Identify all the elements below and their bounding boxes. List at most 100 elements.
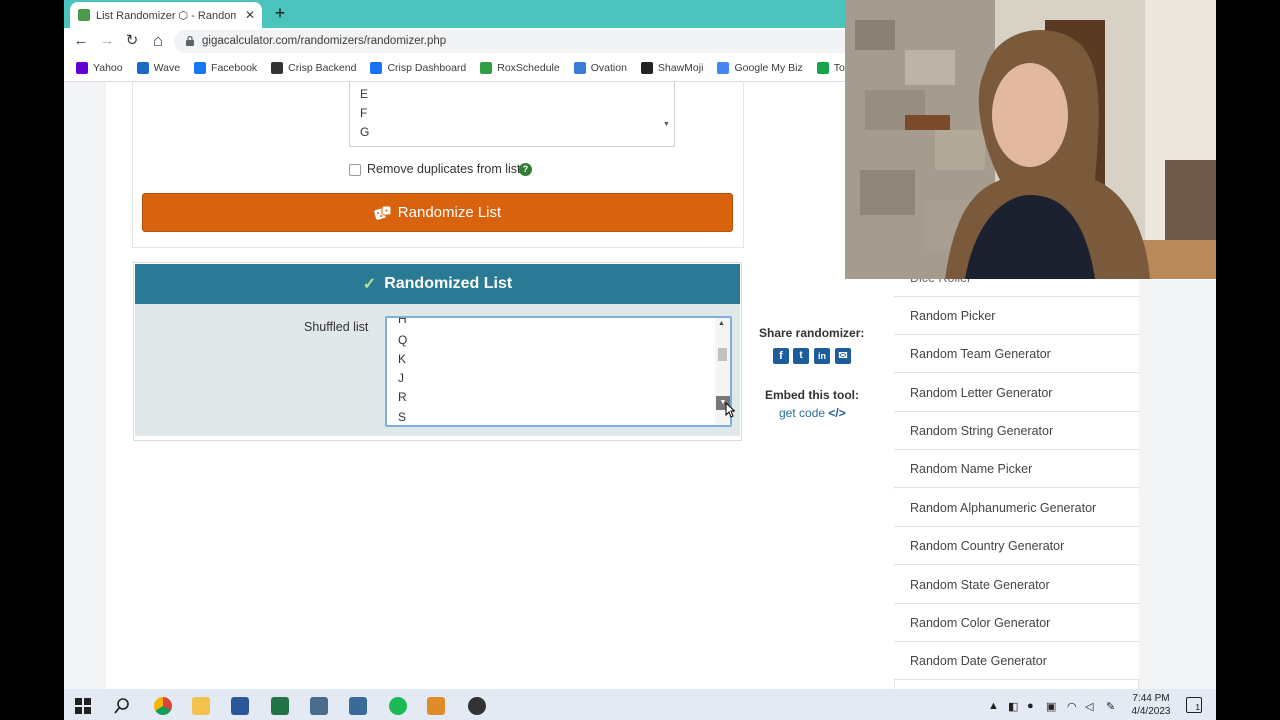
page-left-gutter	[64, 82, 106, 689]
clock-time: 7:44 PM	[1132, 693, 1170, 704]
scrollbar-thumb[interactable]	[718, 348, 727, 361]
sidebar-item-random-state-generator[interactable]: Random State Generator	[894, 566, 1139, 604]
media-player-icon[interactable]	[427, 697, 445, 715]
list-line: Q	[398, 333, 408, 347]
bookmark-label: ShawMoji	[657, 62, 704, 74]
bookmark-label: Crisp Backend	[288, 62, 357, 74]
bookmark-favicon-icon	[76, 62, 88, 74]
bookmark-label: Google My Biz	[734, 62, 803, 74]
list-line: K	[398, 352, 407, 366]
bookmark-item[interactable]: Ovation	[573, 62, 627, 74]
list-line: J	[398, 371, 404, 385]
list-line: E	[360, 87, 369, 101]
linkedin-share-icon[interactable]: in	[814, 348, 830, 364]
bookmark-favicon-icon	[271, 62, 284, 74]
show-hidden-icons-chevron-icon[interactable]: ▲	[988, 700, 999, 712]
new-tab-button[interactable]: +	[270, 4, 290, 24]
bookmark-label: Ovation	[590, 62, 627, 74]
bookmarks-bar: Yahoo Wave Facebook Crisp Backend Crisp Dash…	[64, 55, 845, 82]
sidebar-item-random-alphanumeric-generator[interactable]: Random Alphanumeric Generator	[894, 489, 1139, 527]
reload-button[interactable]: ↻	[123, 32, 141, 50]
scroll-down-arrow-icon[interactable]: ▼	[663, 121, 670, 128]
volume-icon[interactable]: ◁	[1085, 700, 1093, 713]
sidebar-item-random-string-generator[interactable]: Random String Generator	[894, 412, 1139, 450]
webcam-image	[845, 0, 1216, 279]
share-label: Share randomizer:	[759, 326, 865, 340]
word-icon[interactable]	[231, 697, 249, 715]
bookmark-label: RoxSchedule	[497, 62, 560, 74]
file-explorer-icon[interactable]	[192, 697, 210, 715]
spotify-icon[interactable]	[389, 697, 407, 715]
clock-date: 4/4/2023	[1131, 706, 1171, 717]
wifi-icon[interactable]: ◠	[1067, 700, 1077, 713]
sidebar-item-random-name-picker[interactable]: Random Name Picker	[894, 450, 1139, 488]
randomize-list-button[interactable]: Randomize List	[142, 193, 733, 232]
mouse-pointer-icon	[725, 402, 735, 418]
facebook-share-icon[interactable]: f	[773, 348, 789, 364]
bookmark-label: Yahoo	[93, 62, 123, 74]
twitter-share-icon[interactable]: t	[793, 348, 809, 364]
bookmark-item[interactable]: Crisp Backend	[271, 62, 356, 74]
forward-button[interactable]: →	[98, 32, 116, 50]
tab-list-randomizer[interactable]: List Randomizer ⬡ - Randomize ✕	[70, 2, 262, 28]
system-tray-icon[interactable]: ◧	[1008, 700, 1018, 713]
bookmark-item[interactable]: Crisp Dashboard	[370, 62, 466, 74]
sidebar-item-random-color-generator[interactable]: Random Color Generator	[894, 604, 1139, 642]
get-code-label: get code	[779, 406, 826, 420]
pen-icon[interactable]: ✎	[1106, 700, 1115, 713]
sidebar-item-random-picker[interactable]: Random Picker	[894, 297, 1139, 335]
bookmark-item[interactable]: RoxSchedule	[480, 62, 560, 74]
bookmark-label: Facebook	[211, 62, 258, 74]
list-line: S	[398, 410, 407, 424]
bookmark-favicon-icon	[573, 62, 586, 74]
bookmark-favicon-icon	[480, 62, 493, 74]
tab-title: List Randomizer ⬡ - Randomize	[96, 9, 236, 22]
randomized-list-title: Randomized List	[384, 275, 513, 292]
notes-app-icon[interactable]	[349, 697, 367, 715]
address-bar[interactable]: gigacalculator.com/randomizers/randomize…	[174, 30, 854, 53]
microphone-icon[interactable]: ●	[1027, 700, 1034, 712]
list-line: H	[398, 316, 407, 326]
bookmark-label: Crisp Dashboard	[387, 62, 467, 74]
bookmark-item[interactable]: ToCo payst	[816, 62, 845, 74]
display-icon[interactable]: ▣	[1046, 700, 1056, 713]
tab-close-icon[interactable]: ✕	[242, 8, 258, 22]
dice-icon	[374, 205, 392, 220]
excel-icon[interactable]	[271, 697, 289, 715]
randomized-list-header: ✓ Randomized List	[135, 264, 740, 304]
bookmark-favicon-icon	[370, 62, 383, 74]
calculator-icon[interactable]	[310, 697, 328, 715]
back-button[interactable]: ←	[72, 32, 90, 50]
notification-count: 1	[1195, 703, 1200, 712]
get-code-link[interactable]: get code </>	[779, 406, 846, 420]
shuffled-list-textarea[interactable]: H Q K J R S	[385, 316, 732, 427]
scroll-up-arrow-icon[interactable]: ▲	[718, 320, 725, 327]
bookmark-favicon-icon	[194, 62, 207, 74]
bookmark-favicon-icon	[640, 62, 653, 74]
site-favicon-icon	[78, 9, 90, 21]
chrome-taskbar-icon[interactable]	[154, 697, 172, 715]
notification-center-icon[interactable]: 1	[1186, 697, 1202, 713]
webcam-overlay	[845, 0, 1216, 279]
search-icon[interactable]	[114, 698, 130, 714]
sidebar-item-random-team-generator[interactable]: Random Team Generator	[894, 335, 1139, 373]
bookmark-item[interactable]: Google My Biz	[717, 62, 803, 74]
bookmark-favicon-icon	[816, 62, 829, 74]
bookmark-item[interactable]: Wave	[136, 62, 180, 74]
remove-duplicates-checkbox[interactable]	[349, 164, 361, 176]
page-right-gutter	[1138, 280, 1216, 689]
sidebar-item-random-letter-generator[interactable]: Random Letter Generator	[894, 374, 1139, 412]
bookmark-item[interactable]: Yahoo	[76, 62, 123, 74]
bookmark-item[interactable]: ShawMoji	[640, 62, 704, 74]
email-share-icon[interactable]: ✉	[835, 348, 851, 364]
sidebar-item-random-country-generator[interactable]: Random Country Generator	[894, 527, 1139, 565]
help-icon[interactable]: ?	[519, 163, 532, 176]
taskbar-clock[interactable]: 7:44 PM 4/4/2023	[1124, 692, 1178, 718]
list-input-textarea[interactable]: E F G	[349, 82, 675, 147]
recording-app-icon[interactable]	[468, 697, 486, 715]
lock-icon	[186, 36, 194, 46]
home-button[interactable]: ⌂	[149, 32, 167, 50]
bookmark-item[interactable]: Facebook	[194, 62, 257, 74]
windows-start-icon[interactable]	[75, 698, 91, 714]
sidebar-item-random-date-generator[interactable]: Random Date Generator	[894, 642, 1139, 680]
